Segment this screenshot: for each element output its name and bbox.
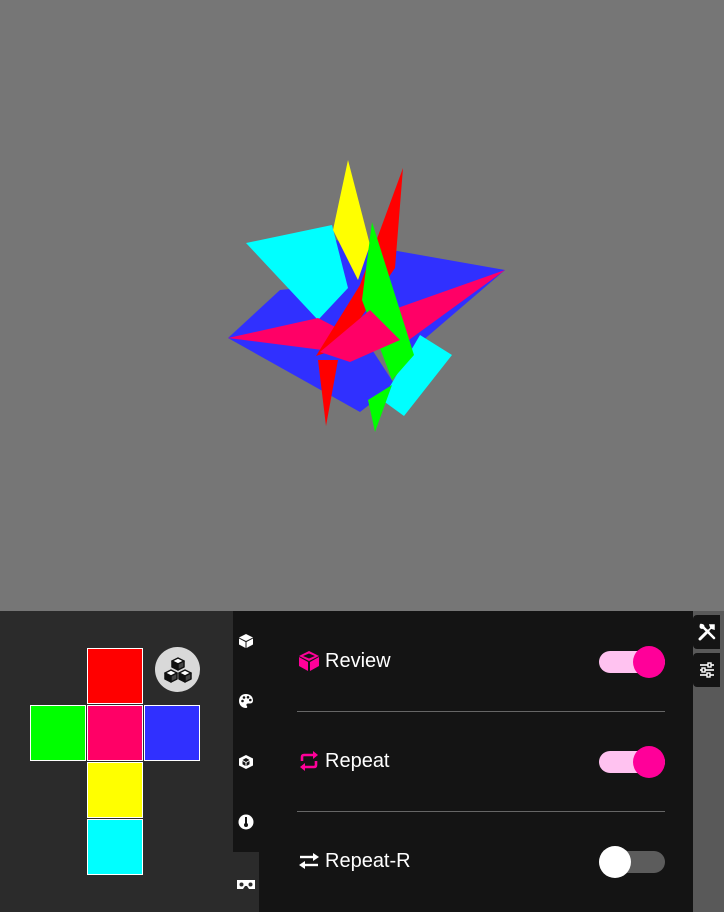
cube-icon bbox=[297, 649, 321, 673]
sliders-icon bbox=[699, 662, 714, 678]
palette-icon bbox=[239, 694, 253, 708]
cube-face-front[interactable] bbox=[87, 705, 143, 761]
review-toggle[interactable] bbox=[599, 646, 665, 678]
setting-review: Review bbox=[297, 641, 665, 681]
repeat-label: Repeat bbox=[325, 749, 390, 772]
tab-vr[interactable] bbox=[233, 857, 259, 912]
tools-icon bbox=[698, 623, 715, 641]
repeat-toggle[interactable] bbox=[599, 746, 665, 778]
repeat-r-toggle[interactable] bbox=[599, 846, 665, 878]
settings-panel: Review Repeat Repeat-R bbox=[259, 611, 693, 912]
tools-button[interactable] bbox=[693, 615, 720, 649]
side-buttons bbox=[693, 611, 724, 912]
cube-scene[interactable] bbox=[0, 0, 724, 611]
thermometer-icon bbox=[238, 814, 254, 830]
cube-face-back[interactable] bbox=[87, 819, 143, 875]
review-label: Review bbox=[325, 649, 391, 672]
tab-strip bbox=[233, 611, 259, 912]
cube-face-top[interactable] bbox=[87, 648, 143, 704]
cube-face-right[interactable] bbox=[144, 705, 200, 761]
cube-icon bbox=[239, 634, 253, 648]
tab-cube[interactable] bbox=[233, 618, 259, 664]
tab-palette[interactable] bbox=[233, 678, 259, 724]
cubes-icon bbox=[163, 656, 192, 683]
divider bbox=[297, 711, 665, 712]
exchange-icon bbox=[297, 849, 321, 873]
repeat-r-label: Repeat-R bbox=[325, 849, 411, 872]
setting-repeat: Repeat bbox=[297, 741, 665, 781]
divider bbox=[297, 811, 665, 812]
cube-outline-icon bbox=[239, 755, 253, 769]
scramble-button[interactable] bbox=[155, 647, 200, 692]
cube-net bbox=[0, 611, 233, 912]
settings-button[interactable] bbox=[693, 653, 720, 687]
tab-thermometer[interactable] bbox=[233, 799, 259, 845]
cube-face-bottom[interactable] bbox=[87, 762, 143, 818]
cube-face-left[interactable] bbox=[30, 705, 86, 761]
setting-repeat-r: Repeat-R bbox=[297, 841, 665, 881]
tab-cube-outline[interactable] bbox=[233, 739, 259, 785]
vr-goggles-icon bbox=[237, 879, 255, 889]
repeat-icon bbox=[297, 749, 321, 773]
control-panel: Review Repeat Repeat-R bbox=[0, 611, 724, 912]
3d-viewport[interactable] bbox=[0, 0, 724, 611]
